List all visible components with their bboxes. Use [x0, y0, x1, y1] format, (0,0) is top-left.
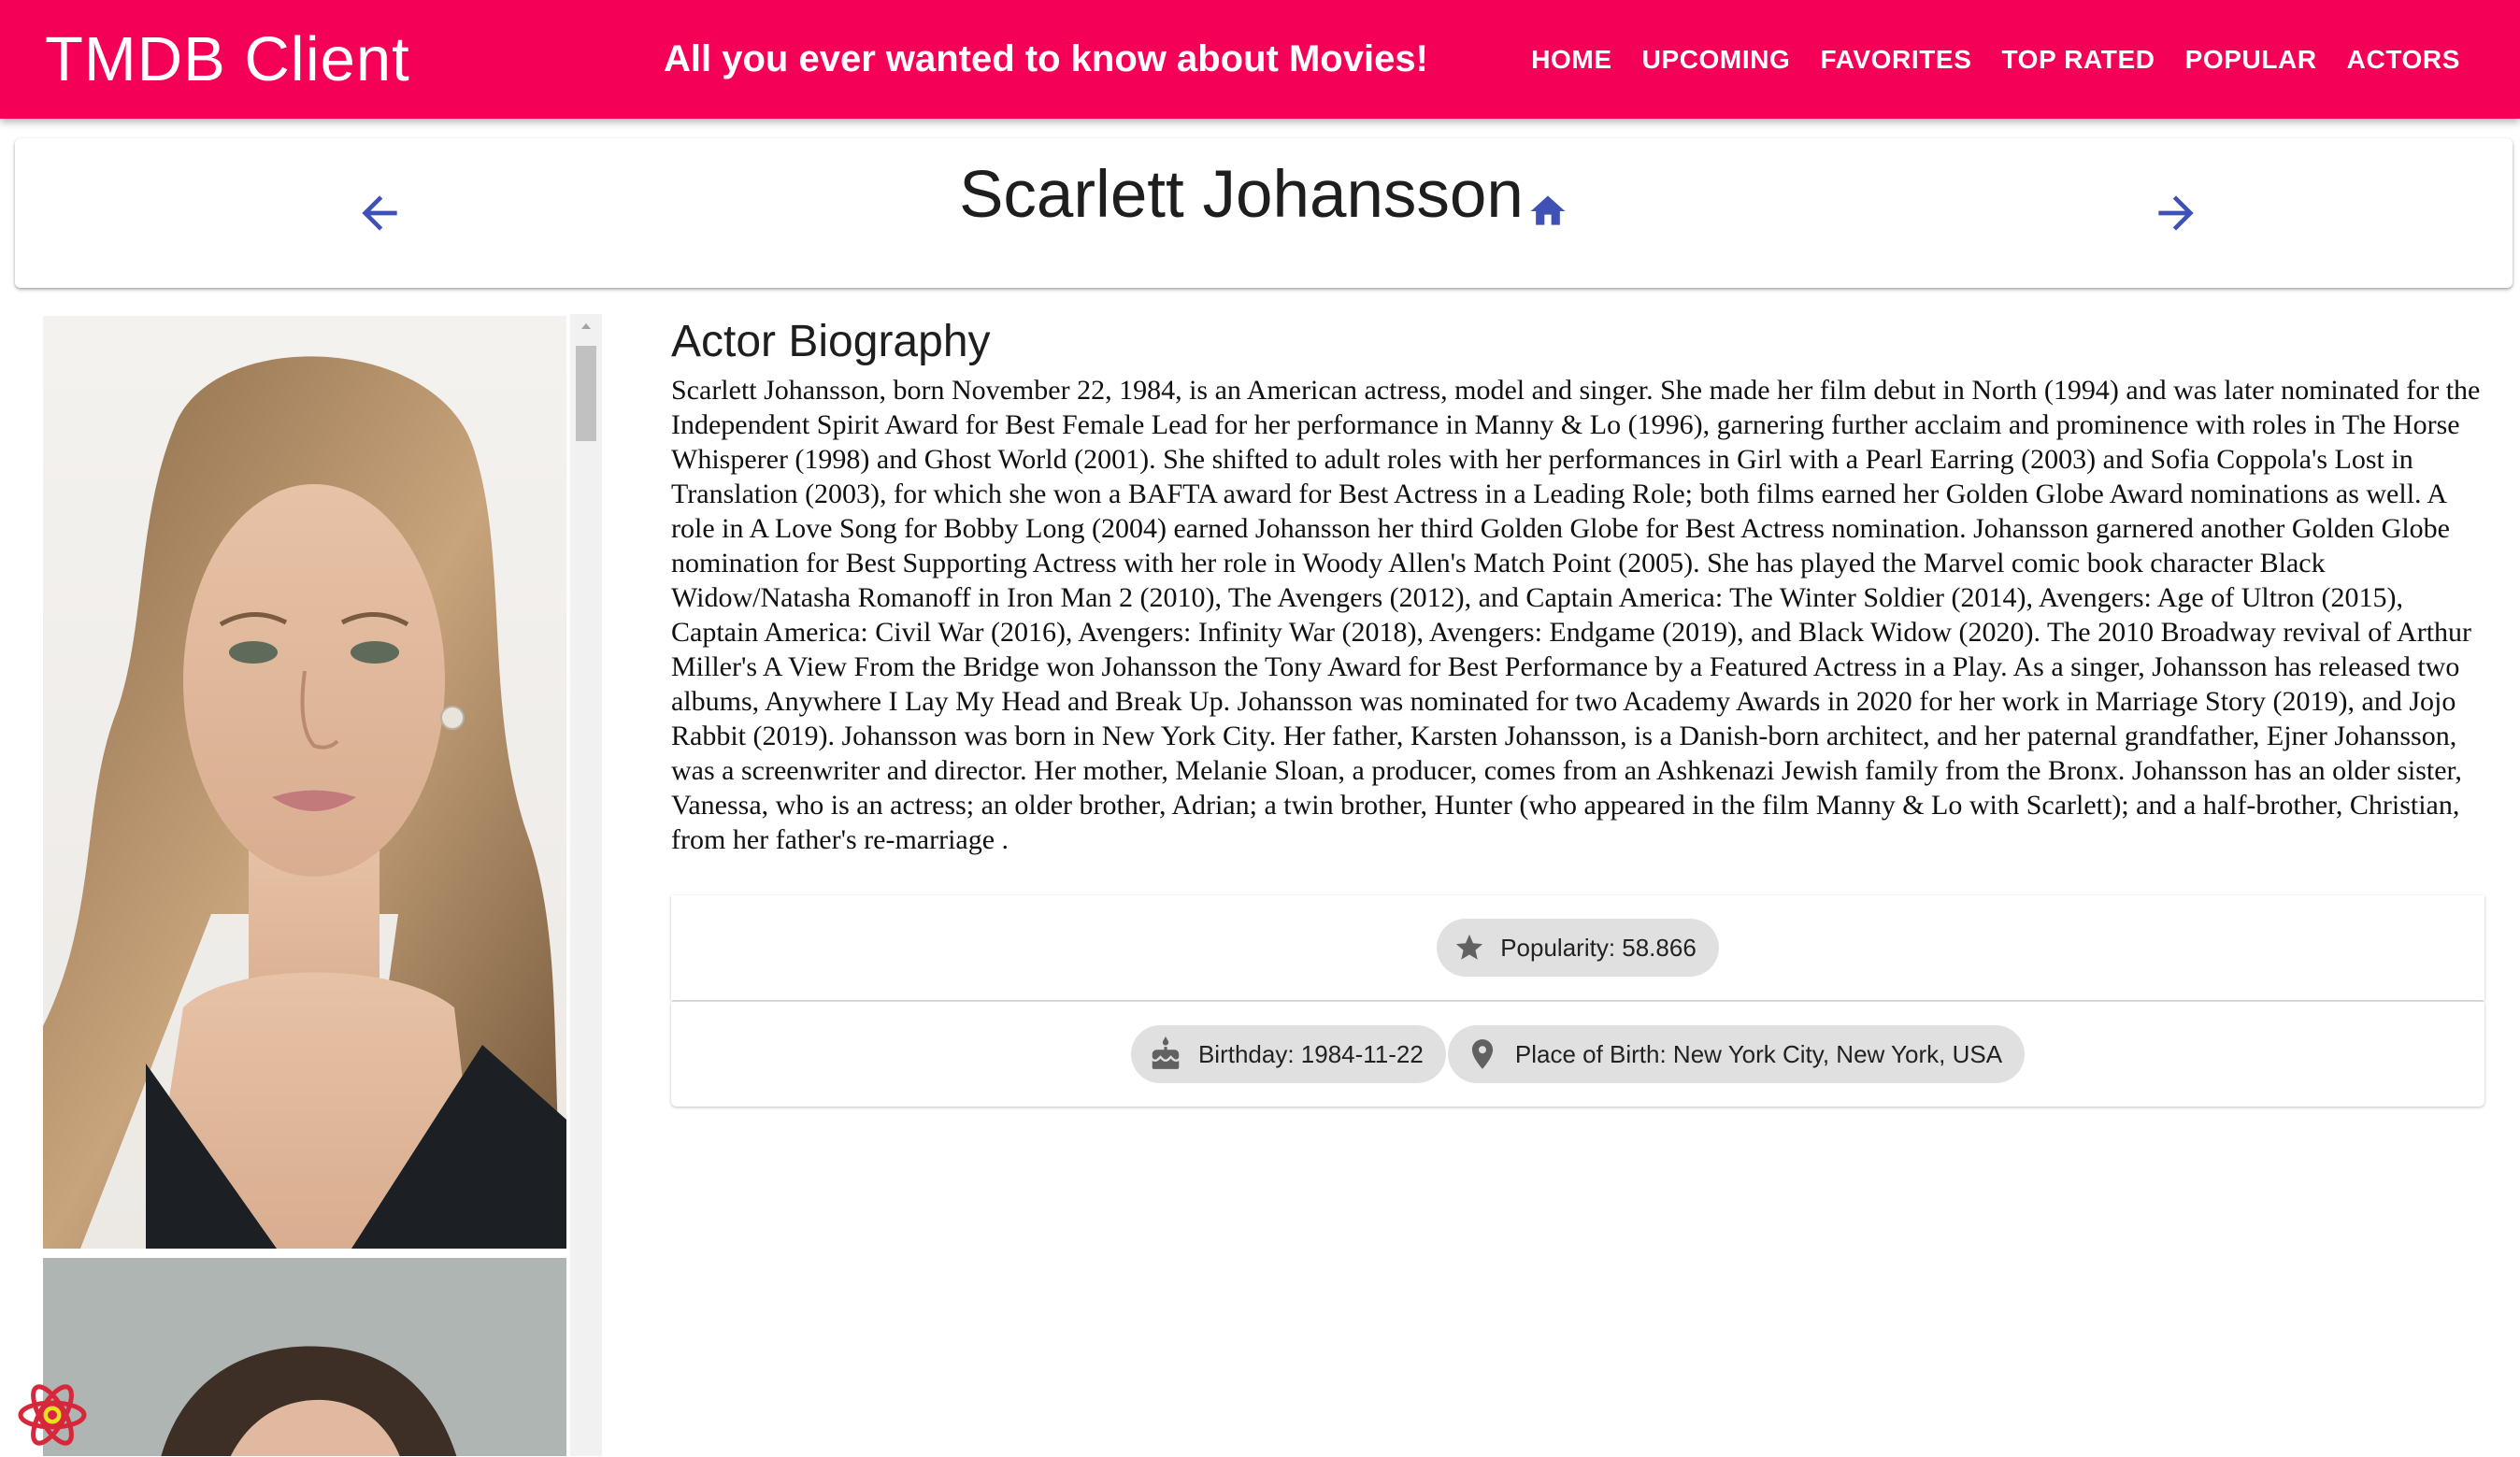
nav-top-rated[interactable]: TOP RATED: [1986, 36, 2169, 84]
actor-portrait-1: [43, 316, 566, 1249]
place-of-birth-label: Place of Birth: New York City, New York,…: [1514, 1039, 2003, 1068]
location-pin-icon: [1471, 1039, 1493, 1069]
biography-text: Scarlett Johansson, born November 22, 19…: [671, 375, 2481, 855]
home-icon[interactable]: [1527, 172, 1568, 248]
react-devtools-icon[interactable]: [15, 1378, 90, 1452]
nav-home[interactable]: HOME: [1516, 36, 1626, 84]
actor-header-card: Scarlett Johansson: [15, 138, 2513, 288]
nav-popular[interactable]: POPULAR: [2170, 36, 2332, 84]
popularity-label: Popularity: 58.866: [1500, 933, 1697, 962]
app-bar: TMDB Client All you ever wanted to know …: [0, 0, 2520, 119]
app-tagline: All you ever wanted to know about Movies…: [664, 38, 1428, 79]
cake-icon: [1152, 1036, 1180, 1069]
popularity-row: Popularity: 58.866: [671, 895, 2484, 1000]
actor-image-gallery[interactable]: [41, 314, 602, 1456]
popularity-chip[interactable]: Popularity: 58.866: [1437, 919, 1719, 977]
biography-heading: Actor Biography: [671, 317, 991, 366]
place-of-birth-chip[interactable]: Place of Birth: New York City, New York,…: [1447, 1025, 2026, 1083]
arrow-right-icon: [2158, 195, 2194, 231]
birthday-label: Birthday: 1984-11-22: [1197, 1039, 1424, 1068]
app-title: TMDB Client: [45, 24, 410, 94]
gallery-scrollbar[interactable]: [570, 314, 602, 1456]
actor-biography: Actor Biography Scarlett Johansson, born…: [671, 316, 2484, 857]
nav-actors[interactable]: ACTORS: [2332, 36, 2475, 84]
nav-favorites[interactable]: FAVORITES: [1805, 36, 1986, 84]
scroll-up-arrow-icon[interactable]: [570, 320, 602, 342]
star-icon: [1456, 934, 1483, 960]
main-nav: HOME UPCOMING FAVORITES TOP RATED POPULA…: [1516, 36, 2475, 84]
actor-portrait-2: [43, 1258, 566, 1456]
forward-button[interactable]: [2139, 176, 2213, 250]
birth-info-row: Birthday: 1984-11-22 Place of Birth: New…: [671, 1002, 2484, 1107]
actor-name: Scarlett Johansson: [959, 158, 1524, 232]
birthday-chip[interactable]: Birthday: 1984-11-22: [1130, 1025, 1446, 1083]
scrollbar-thumb[interactable]: [576, 346, 596, 441]
nav-upcoming[interactable]: UPCOMING: [1627, 36, 1806, 84]
